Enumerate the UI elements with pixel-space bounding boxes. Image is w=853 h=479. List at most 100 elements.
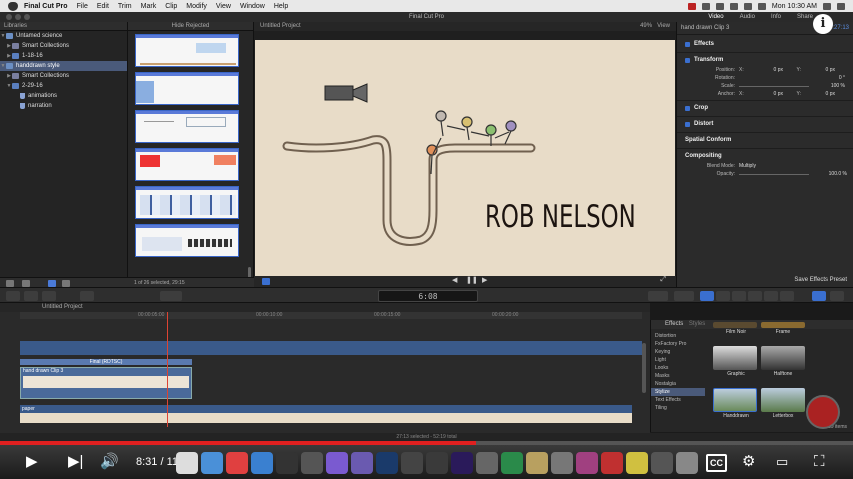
param-blend-mode[interactable]: Blend Mode: Multiply [677,162,853,170]
menu-trim[interactable]: Trim [118,3,132,10]
category-item-selected[interactable]: Stylize [651,388,705,396]
app-icon[interactable] [551,452,573,474]
param-position[interactable]: Position: X: 0 px Y: 0 px [677,66,853,74]
menu-view[interactable]: View [216,3,231,10]
event-2-29-16[interactable]: ▼ 2-29-16 [0,81,127,91]
motion-icon[interactable] [301,452,323,474]
app-icon[interactable] [576,452,598,474]
clip-thumbnail[interactable] [135,224,239,257]
inspector-toggle-icon[interactable] [700,291,714,301]
spotlight-icon[interactable] [823,2,831,10]
effect-tile[interactable] [761,322,805,328]
next-video-icon[interactable]: ▶| [68,445,83,479]
menu-modify[interactable]: Modify [186,3,207,10]
app-store-icon[interactable] [201,452,223,474]
clip-thumbnail[interactable] [135,148,239,181]
paper-clip[interactable]: paper [20,405,632,413]
rotation-value[interactable]: 0 ° [817,74,845,82]
keyword-narration[interactable]: narration [0,101,127,111]
enhance-icon[interactable] [80,291,94,301]
param-rotation[interactable]: Rotation: 0 ° [677,74,853,82]
fullscreen-icon[interactable]: ⛶ [814,445,825,479]
menu-mark[interactable]: Mark [141,3,157,10]
clip-thumbnail[interactable] [135,34,239,67]
anchor-x-value[interactable]: 0 px [749,90,783,98]
category-item[interactable]: Light [651,356,705,364]
param-anchor[interactable]: Anchor: X: 0 px Y: 0 px [677,90,853,98]
edit-tools-icon[interactable] [648,291,668,301]
effect-tile[interactable] [713,322,757,328]
category-item[interactable]: Distortion [651,332,705,340]
position-y-value[interactable]: 0 px [801,66,835,74]
play-icon[interactable]: ▶ [26,445,38,479]
battery-icon[interactable] [757,2,766,10]
effect-tile[interactable] [761,346,805,370]
safari-icon[interactable] [251,452,273,474]
category-item[interactable]: Text Effects [651,396,705,404]
timeline-scrollbar[interactable] [642,343,646,393]
opacity-value[interactable]: 100.0 % [809,170,847,178]
info-icon[interactable]: i [813,14,833,34]
channel-logo-icon[interactable] [806,395,840,429]
filmstrip-view-icon[interactable] [48,280,56,287]
app-icon[interactable] [326,452,348,474]
app-icon[interactable] [476,452,498,474]
app-icon[interactable] [401,452,423,474]
scale-value[interactable]: 100 % [809,82,845,90]
app-icon[interactable] [526,452,548,474]
tab-video[interactable]: Video [708,12,723,22]
music-icon[interactable] [732,291,746,301]
scale-slider[interactable] [739,86,809,87]
clip-thumbnail[interactable] [135,110,239,143]
save-effects-preset-button[interactable]: Save Effects Preset [794,277,847,283]
app-icon[interactable] [501,452,523,474]
section-transform[interactable]: Transform [677,55,853,66]
traffic-lights[interactable] [6,14,30,20]
menu-edit[interactable]: Edit [97,3,109,10]
keyword-animations[interactable]: animations [0,91,127,101]
category-item[interactable]: Nostalgia [651,380,705,388]
finder-icon[interactable] [176,452,198,474]
section-distort[interactable]: Distort [677,119,853,130]
next-frame-icon[interactable]: ▶ [482,276,487,284]
app-icon[interactable] [651,452,673,474]
after-effects-icon[interactable] [451,452,473,474]
section-effects[interactable]: Effects [677,39,853,50]
category-item[interactable]: Looks [651,364,705,372]
clip-thumbnail[interactable] [135,186,239,219]
enable-checkbox[interactable] [685,122,690,127]
photos-icon[interactable] [716,291,730,301]
app-icon[interactable] [601,452,623,474]
app-icon[interactable] [351,452,373,474]
retime-icon[interactable] [674,291,694,301]
position-x-value[interactable]: 0 px [749,66,783,74]
menu-app-name[interactable]: Final Cut Pro [24,3,68,10]
bluetooth-icon[interactable] [715,2,724,10]
effect-tile[interactable] [713,346,757,370]
menu-file[interactable]: File [77,3,88,10]
status-app-icon[interactable] [687,2,696,10]
trash-icon[interactable] [676,452,698,474]
theater-mode-icon[interactable]: ▭ [776,445,788,479]
audio-track[interactable] [20,341,642,355]
zoom-dropdown[interactable]: 49% [640,23,652,29]
opacity-slider[interactable] [739,174,809,175]
photoshop-icon[interactable] [376,452,398,474]
enable-checkbox[interactable] [685,106,690,111]
library-handdrawn-style[interactable]: ▼ handdrawn style [0,61,127,71]
playhead[interactable] [167,312,168,427]
view-dropdown[interactable]: View [657,23,670,29]
anchor-y-value[interactable]: 0 px [801,90,835,98]
timecode-display[interactable]: 6:08 [378,290,478,302]
param-scale[interactable]: Scale: 100 % [677,82,853,90]
settings-gear-icon[interactable]: ⚙ [742,445,755,479]
enable-checkbox[interactable] [685,42,690,47]
apple-icon[interactable] [8,1,18,11]
tab-share[interactable]: Share [797,12,813,22]
smart-collections-1[interactable]: ▶ Smart Collections [0,41,127,51]
generators-icon[interactable] [764,291,778,301]
menubar-clock[interactable]: Mon 10:30 AM [772,3,817,10]
fullscreen-icon[interactable]: ⤢ [660,276,666,284]
styles-tab[interactable]: Styles [689,321,705,327]
menu-window[interactable]: Window [240,3,265,10]
